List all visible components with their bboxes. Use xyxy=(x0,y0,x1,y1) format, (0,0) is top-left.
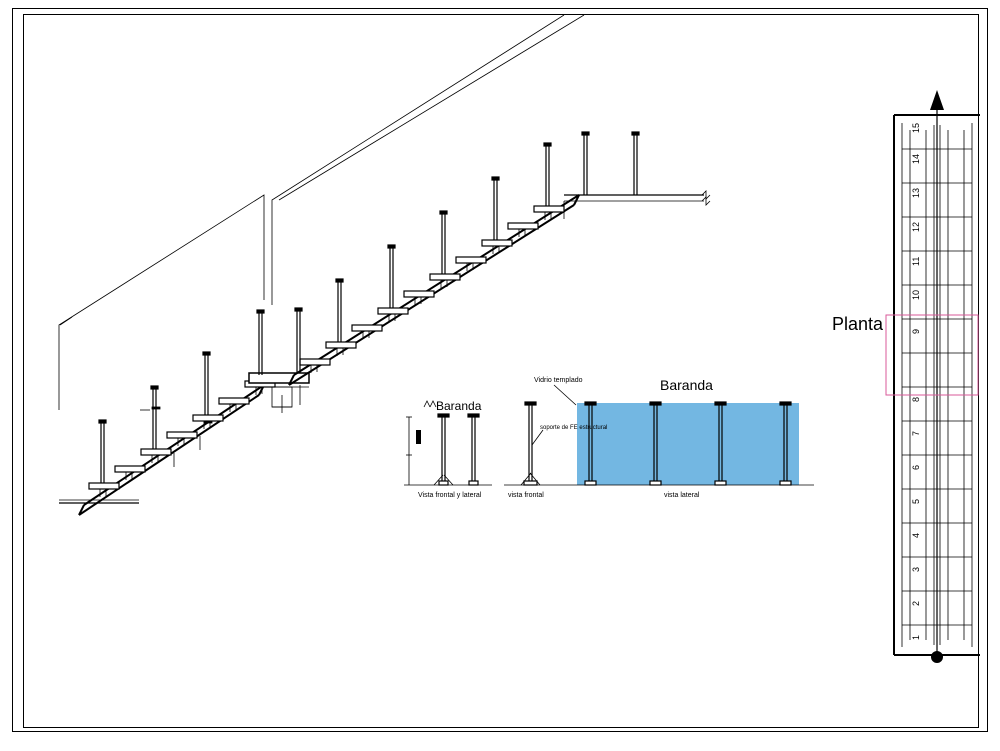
svg-text:14: 14 xyxy=(911,154,921,164)
svg-text:10: 10 xyxy=(911,290,921,300)
svg-text:9: 9 xyxy=(911,329,921,334)
upper-flight xyxy=(300,206,564,373)
railing-label-2: Baranda xyxy=(660,377,713,393)
svg-text:15: 15 xyxy=(911,123,921,133)
railing-view-lateral: vista lateral xyxy=(664,492,700,499)
plan-view: Planta xyxy=(832,90,980,663)
glass-note: Vidrio templado xyxy=(534,377,583,384)
svg-text:6: 6 xyxy=(911,465,921,470)
railing-detail-glass: Baranda Vidrio templado soporte de FE es… xyxy=(504,377,814,499)
railing-detail-small: Baranda xyxy=(404,399,492,499)
svg-text:11: 11 xyxy=(911,257,921,266)
railing-label-1: Baranda xyxy=(436,399,482,413)
drawing-frame-outer: Baranda xyxy=(12,8,988,732)
svg-text:12: 12 xyxy=(911,222,921,232)
svg-text:2: 2 xyxy=(911,601,921,606)
drawing-canvas: Baranda xyxy=(24,15,980,729)
svg-text:4: 4 xyxy=(911,533,921,538)
svg-text:7: 7 xyxy=(911,431,921,436)
svg-text:13: 13 xyxy=(911,188,921,198)
railing-view-frontal: vista frontal xyxy=(508,492,544,499)
plan-title: Planta xyxy=(832,314,884,334)
svg-text:1: 1 xyxy=(911,635,921,640)
svg-text:5: 5 xyxy=(911,499,921,504)
svg-text:8: 8 xyxy=(911,397,921,402)
plan-step-numbers: 1 2 3 4 5 6 7 8 9 10 11 12 13 14 15 xyxy=(911,123,921,640)
drawing-frame-inner: Baranda xyxy=(23,14,979,728)
post-note: soporte de FE estructural xyxy=(540,425,607,431)
svg-text:3: 3 xyxy=(911,567,921,572)
railing-view-side: Vista frontal y lateral xyxy=(418,492,482,499)
